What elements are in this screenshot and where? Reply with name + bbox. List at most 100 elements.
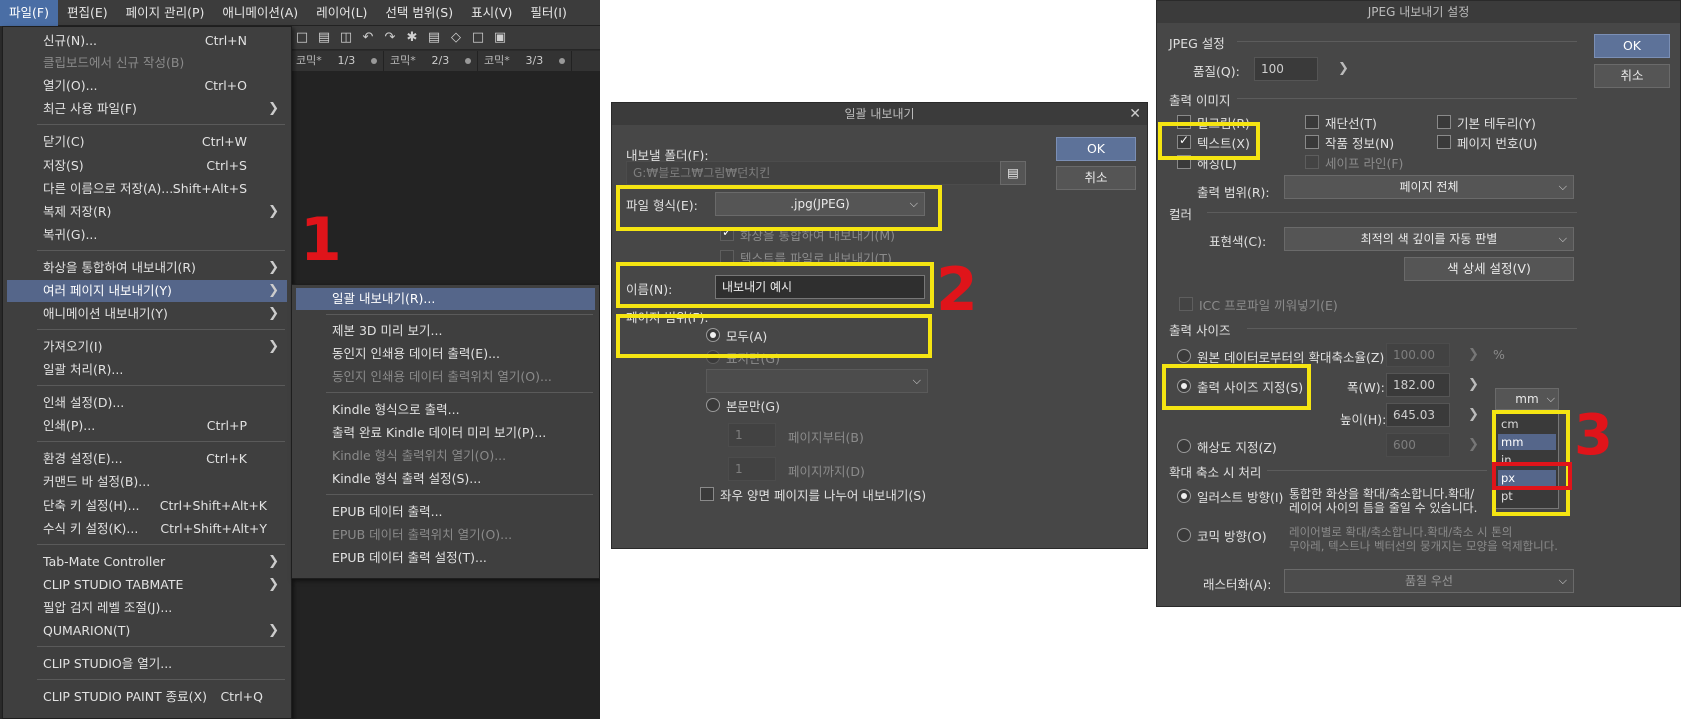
trim-checkbox[interactable] [1305,115,1319,129]
to-page-field[interactable]: 1 [728,457,776,481]
illust-radio[interactable] [1177,489,1191,503]
menu-item-export-multiple-pages[interactable]: 여러 페이지 내보내기(Y) ❯ [7,280,287,302]
close-icon[interactable] [370,58,377,64]
ok-button[interactable]: OK [1056,137,1136,161]
color-select[interactable]: 최적의 색 깊이를 자동 판별 ⌵ [1284,227,1574,251]
menu-item-epub-settings[interactable]: EPUB 데이터 출력 설정(T)... [296,547,595,569]
cover-select[interactable]: ⌵ [706,369,928,393]
menu-page[interactable]: 페이지 관리(P) [117,0,214,26]
menu-item-revert[interactable]: 복귀(G)... [7,224,287,246]
menu-item-pressure[interactable]: 필압 검지 레벨 조절(J)... [7,597,287,619]
width-field[interactable]: 182.00 [1386,373,1450,397]
scale-field[interactable]: 100.00 [1386,343,1450,367]
menu-item-modifier-key-settings[interactable]: 수식 키 설정(K)... Ctrl+Shift+Alt+Y [7,518,287,540]
tab-page-1[interactable]: 코믹* 1/3 [290,51,384,71]
menu-item-kindle-preview[interactable]: 출력 완료 Kindle 데이터 미리 보기(P)... [296,422,595,444]
close-icon[interactable] [558,58,565,64]
crop-icon[interactable]: □ [470,30,486,46]
icc-checkbox[interactable] [1179,297,1193,311]
menu-item-print-settings[interactable]: 인쇄 설정(D)... [7,392,287,414]
menu-item-qumarion[interactable]: QUMARION(T) ❯ [7,620,287,642]
menu-item-epub-open[interactable]: EPUB 데이터 출력위치 열기(O)... [296,524,595,546]
raster-select[interactable]: 품질 우선 ⌵ [1284,569,1574,593]
menu-item-epub-export[interactable]: EPUB 데이터 출력... [296,501,595,523]
menu-item-import[interactable]: 가져오기(I) ❯ [7,336,287,358]
cancel-button[interactable]: 취소 [1056,166,1136,190]
menu-animation[interactable]: 애니메이션(A) [213,0,307,26]
menu-selection[interactable]: 선택 범위(S) [376,0,462,26]
menu-item-binding-preview[interactable]: 제본 3D 미리 보기... [296,320,595,342]
chevron-right-icon[interactable]: ❯ [1468,347,1479,362]
unit-select[interactable]: mm ⌵ [1495,388,1559,410]
menu-item-open[interactable]: 열기(O)... Ctrl+O [7,75,287,97]
menu-item-doujin-export[interactable]: 동인지 인쇄용 데이터 출력(E)... [296,343,595,365]
transform-icon[interactable]: ◇ [448,30,464,46]
tab-page-3[interactable]: 코믹* 3/3 [478,51,572,71]
menu-file[interactable]: 파일(F) [0,0,58,26]
menu-item-command-bar[interactable]: 커맨드 바 설정(B)... [7,471,287,493]
menu-item-close[interactable]: 닫기(C) Ctrl+W [7,131,287,153]
body-radio[interactable] [706,398,720,412]
clear-icon[interactable]: ✱ [404,30,420,46]
menu-item-preferences[interactable]: 환경 설정(E)... Ctrl+K [7,448,287,470]
menu-item-tabmate[interactable]: CLIP STUDIO TABMATE ❯ [7,574,287,596]
menu-edit[interactable]: 편집(E) [58,0,117,26]
resolution-radio[interactable] [1177,439,1191,453]
menu-item-kindle-settings[interactable]: Kindle 형식 출력 설정(S)... [296,468,595,490]
menu-item-save-duplicate[interactable]: 복제 저장(R) ❯ [7,201,287,223]
undo-icon[interactable]: ↶ [360,30,376,46]
scale-radio[interactable] [1177,349,1191,363]
menu-item-save-as[interactable]: 다른 이름으로 저장(A)... Shift+Alt+S [7,178,287,200]
work-info-checkbox[interactable] [1305,135,1319,149]
folder-browse-button[interactable]: ▤ [1000,161,1026,185]
menu-item-save[interactable]: 저장(S) Ctrl+S [7,155,287,177]
open-folder-icon[interactable]: ▤ [316,30,332,46]
cancel-button[interactable]: 취소 [1594,64,1670,88]
menu-item-new[interactable]: 신규(N)... Ctrl+N [7,30,287,52]
chevron-right-icon[interactable]: ❯ [1338,61,1349,76]
resolution-field[interactable]: 600 [1386,433,1450,457]
tab-page-2[interactable]: 코믹* 2/3 [384,51,478,71]
menu-item-recent[interactable]: 최근 사용 파일(F) ❯ [7,98,287,120]
chevron-right-icon[interactable]: ❯ [1468,407,1479,422]
chevron-right-icon[interactable]: ❯ [1468,377,1479,392]
height-field[interactable]: 645.03 [1386,403,1450,427]
selection-icon[interactable]: ▣ [492,30,508,46]
comic-radio[interactable] [1177,528,1191,542]
group-line [1247,328,1577,329]
menu-item-doujin-open[interactable]: 동인지 인쇄용 데이터 출력위치 열기(O)... [296,366,595,388]
menu-item-batch-export[interactable]: 일괄 내보내기(R)... [296,288,595,310]
close-icon[interactable]: ✕ [1129,103,1141,125]
output-range-select[interactable]: 페이지 전체 ⌵ [1284,175,1574,199]
menu-item-quit[interactable]: CLIP STUDIO PAINT 종료(X) Ctrl+Q [7,686,287,708]
ok-button[interactable]: OK [1594,34,1670,58]
menu-item-export-merged[interactable]: 화상을 통합하여 내보내기(R) ❯ [7,257,287,279]
menu-item-label: EPUB 데이터 출력위치 열기(O)... [332,527,513,542]
redo-icon[interactable]: ↷ [382,30,398,46]
new-icon[interactable]: □ [294,30,310,46]
menu-layer[interactable]: 레이어(L) [307,0,376,26]
menu-item-new-from-clipboard[interactable]: 클립보드에서 신규 작성(B) [7,52,287,74]
menu-item-shortcut-settings[interactable]: 단축 키 설정(H)... Ctrl+Shift+Alt+K [7,495,287,517]
color-detail-button[interactable]: 색 상세 설정(V) [1404,257,1574,281]
close-icon[interactable] [464,58,471,64]
from-page-field[interactable]: 1 [728,423,776,447]
save-icon[interactable]: ◫ [338,30,354,46]
folder-field[interactable]: G:₩블로그₩그림₩던치킨 [626,161,1006,185]
page-number-checkbox[interactable] [1437,135,1451,149]
border-checkbox[interactable] [1437,115,1451,129]
fill-icon[interactable]: ▤ [426,30,442,46]
menu-view[interactable]: 표시(V) [462,0,521,26]
menu-item-open-clip-studio[interactable]: CLIP STUDIO을 열기... [7,653,287,675]
spread-checkbox[interactable] [700,487,714,501]
menu-item-print[interactable]: 인쇄(P)... Ctrl+P [7,415,287,437]
quality-field[interactable]: 100 [1254,57,1318,81]
menu-item-export-animation[interactable]: 애니메이션 내보내기(Y) ❯ [7,303,287,325]
menu-item-batch[interactable]: 일괄 처리(R)... [7,359,287,381]
safe-line-checkbox[interactable] [1305,155,1319,169]
menu-filter[interactable]: 필터(I) [521,0,575,26]
menu-item-kindle-export[interactable]: Kindle 형식으로 출력... [296,399,595,421]
menu-item-kindle-open[interactable]: Kindle 형식 출력위치 열기(O)... [296,445,595,467]
menu-item-tab-mate[interactable]: Tab-Mate Controller ❯ [7,551,287,573]
chevron-right-icon[interactable]: ❯ [1468,437,1479,452]
